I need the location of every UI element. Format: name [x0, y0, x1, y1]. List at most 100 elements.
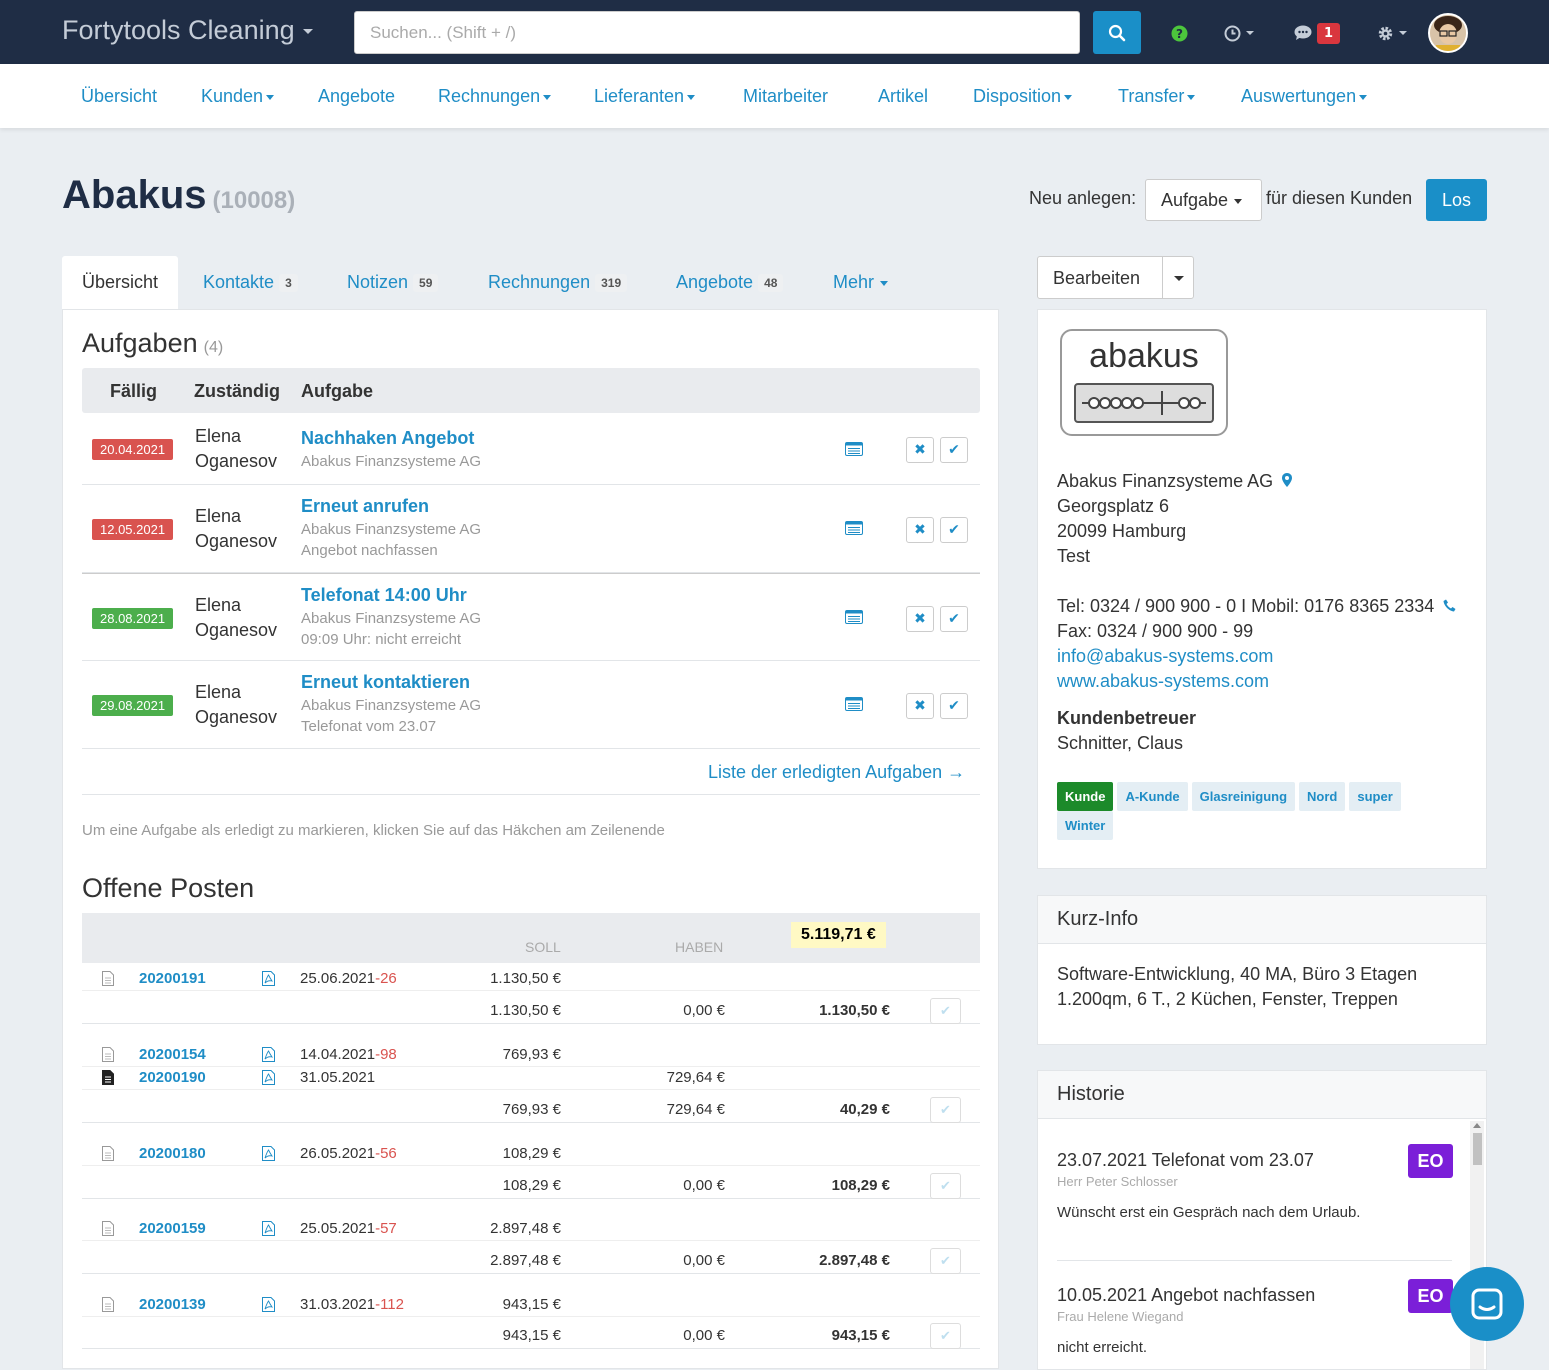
days-overdue: -98 — [375, 1046, 397, 1063]
invoice-number-link[interactable]: 20200154 — [139, 1046, 206, 1063]
nav-lieferanten[interactable]: Lieferanten — [594, 86, 696, 107]
nav-rechnungen[interactable]: Rechnungen — [438, 86, 552, 107]
nav-angebote[interactable]: Angebote — [318, 86, 395, 107]
tag[interactable]: super — [1349, 782, 1401, 811]
caret-down-icon — [687, 94, 696, 100]
settle-checkbox[interactable]: ✔ — [930, 1173, 961, 1199]
help-button[interactable]: ? — [1171, 20, 1188, 46]
brand-menu[interactable]: Fortytools Cleaning — [62, 15, 313, 46]
task-title-link[interactable]: Erneut kontaktieren — [301, 672, 470, 693]
tab-kontakte[interactable]: Kontakte 3 — [203, 256, 298, 309]
caret-down-icon — [1359, 94, 1368, 100]
email-link[interactable]: info@abakus-systems.com — [1057, 644, 1273, 669]
task-title-link[interactable]: Telefonat 14:00 Uhr — [301, 585, 467, 606]
invoice-date: 26.05.2021-56 — [300, 1145, 397, 1162]
sum-debit: 108,29 € — [502, 1177, 561, 1194]
tag[interactable]: Winter — [1057, 811, 1114, 840]
settle-checkbox[interactable]: ✔ — [930, 998, 961, 1024]
tag[interactable]: Kunde — [1057, 782, 1114, 811]
check-icon: ✔ — [948, 698, 960, 714]
tab-notizen[interactable]: Notizen 59 — [347, 256, 439, 309]
invoice-number-link[interactable]: 20200159 — [139, 1220, 206, 1237]
nav-uebersicht[interactable]: Übersicht — [81, 86, 157, 107]
due-date-badge: 28.08.2021 — [92, 608, 174, 629]
go-button[interactable]: Los — [1426, 179, 1487, 221]
history-header: Historie — [1038, 1071, 1486, 1119]
nav-artikel[interactable]: Artikel — [878, 86, 928, 107]
nav-disposition[interactable]: Disposition — [973, 86, 1073, 107]
edit-button[interactable]: Bearbeiten — [1053, 268, 1140, 289]
tab-rechnungen[interactable]: Rechnungen 319 — [488, 256, 628, 309]
tab-mehr[interactable]: Mehr — [833, 256, 889, 309]
tab-uebersicht[interactable]: Übersicht — [62, 256, 179, 309]
chevron-down-icon — [302, 29, 313, 35]
history-entry-body: nicht erreicht. — [1057, 1339, 1148, 1356]
nav-transfer[interactable]: Transfer — [1118, 86, 1196, 107]
customer-id: (10008) — [212, 187, 296, 214]
complete-task-button[interactable]: ✔ — [940, 437, 968, 463]
pdf-icon[interactable] — [262, 1221, 275, 1236]
tag[interactable]: A-Kunde — [1117, 782, 1188, 811]
caret-down-icon — [543, 94, 552, 100]
details-icon[interactable] — [845, 610, 863, 624]
pdf-icon[interactable] — [262, 1070, 275, 1085]
sum-credit: 729,64 € — [666, 1101, 725, 1118]
pdf-icon[interactable] — [262, 1047, 275, 1062]
pdf-icon[interactable] — [262, 1146, 275, 1161]
nav-auswertungen[interactable]: Auswertungen — [1241, 86, 1368, 107]
invoice-number-link[interactable]: 20200180 — [139, 1145, 206, 1162]
invoice-number-link[interactable]: 20200190 — [139, 1069, 206, 1086]
create-type-select[interactable]: Aufgabe — [1145, 179, 1262, 221]
col-aufgabe: Aufgabe — [301, 381, 373, 401]
dismiss-task-button[interactable]: ✖ — [906, 693, 934, 719]
tab-angebote[interactable]: Angebote 48 — [676, 256, 784, 309]
timer-menu[interactable] — [1224, 20, 1254, 46]
scrollbar-thumb[interactable] — [1473, 1133, 1482, 1165]
history-entry-body: Wünscht erst ein Gespräch nach dem Urlau… — [1057, 1204, 1361, 1221]
settle-checkbox[interactable]: ✔ — [930, 1097, 961, 1123]
search-button[interactable] — [1093, 11, 1141, 54]
dismiss-task-button[interactable]: ✖ — [906, 606, 934, 632]
chat-launcher-button[interactable] — [1450, 1267, 1524, 1341]
edit-button-group[interactable]: Bearbeiten — [1037, 256, 1194, 299]
dismiss-task-button[interactable]: ✖ — [906, 437, 934, 463]
top-bar: Fortytools Cleaning ? 1 — [0, 0, 1549, 64]
complete-task-button[interactable]: ✔ — [940, 606, 968, 632]
user-avatar[interactable] — [1428, 13, 1468, 53]
map-marker-icon[interactable] — [1282, 473, 1293, 487]
settings-menu[interactable] — [1377, 20, 1407, 46]
open-item-row: 20200159 25.05.2021-57 2.897,48 € — [82, 1218, 980, 1241]
pdf-icon[interactable] — [262, 1297, 275, 1312]
nav-kunden[interactable]: Kunden — [201, 86, 275, 107]
invoice-number-link[interactable]: 20200191 — [139, 970, 206, 987]
pdf-icon[interactable] — [262, 971, 275, 986]
phone-icon[interactable] — [1443, 599, 1456, 612]
tag[interactable]: Nord — [1299, 782, 1346, 811]
nav-mitarbeiter[interactable]: Mitarbeiter — [743, 86, 828, 107]
completed-tasks-link[interactable]: Liste der erledigten Aufgaben → — [708, 762, 965, 783]
debit-amount: 943,15 € — [502, 1296, 561, 1313]
balance-amount: 2.897,48 € — [819, 1252, 890, 1269]
complete-task-button[interactable]: ✔ — [940, 693, 968, 719]
complete-task-button[interactable]: ✔ — [940, 517, 968, 543]
tag[interactable]: Glasreinigung — [1191, 782, 1296, 811]
invoice-date: 14.04.2021-98 — [300, 1046, 397, 1063]
details-icon[interactable] — [845, 442, 863, 456]
caret-down-icon[interactable] — [1174, 276, 1184, 281]
invoice-number-link[interactable]: 20200139 — [139, 1296, 206, 1313]
settle-checkbox[interactable]: ✔ — [930, 1248, 961, 1274]
details-icon[interactable] — [845, 521, 863, 535]
website-link[interactable]: www.abakus-systems.com — [1057, 669, 1269, 694]
task-title-link[interactable]: Nachhaken Angebot — [301, 428, 474, 449]
col-soll: SOLL — [525, 939, 561, 955]
page-title: Abakus (10008) — [62, 173, 296, 217]
scroll-up-icon[interactable] — [1473, 1123, 1481, 1128]
task-title-link[interactable]: Erneut anrufen — [301, 496, 429, 517]
details-icon[interactable] — [845, 697, 863, 711]
search-input[interactable] — [354, 11, 1080, 54]
dismiss-task-button[interactable]: ✖ — [906, 517, 934, 543]
caret-down-icon — [266, 94, 275, 100]
task-company: Abakus Finanzsysteme AG — [301, 521, 482, 538]
settle-checkbox[interactable]: ✔ — [930, 1323, 961, 1349]
messages-menu[interactable]: 1 — [1294, 20, 1341, 46]
